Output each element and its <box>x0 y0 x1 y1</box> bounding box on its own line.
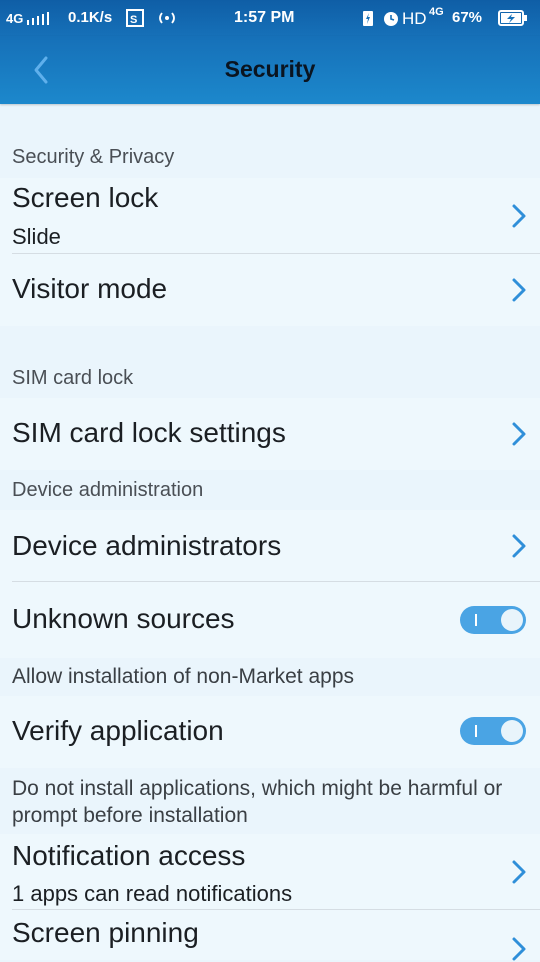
section-label: Security & Privacy <box>12 146 175 168</box>
toggle-knob <box>501 720 523 742</box>
unknown-sources-description: Allow installation of non-Market apps <box>0 658 540 696</box>
status-bar: 4G 0.1K/s S 1:57 PM HD 4G 67% <box>0 0 540 36</box>
visitor-mode-item[interactable]: Visitor mode <box>0 254 540 326</box>
network-type-right: 4G <box>429 6 444 18</box>
item-title: Notification access <box>12 840 246 871</box>
alarm-icon <box>384 12 398 26</box>
section-label: Device administration <box>12 479 204 501</box>
hotspot-icon <box>159 12 175 24</box>
chevron-right-icon <box>512 937 526 961</box>
screen-pinning-item[interactable]: Screen pinning <box>0 910 540 961</box>
section-sim-card-lock: SIM card lock <box>0 354 540 398</box>
notification-access-item[interactable]: Notification access 1 apps can read noti… <box>0 834 540 910</box>
toggle-on-mark <box>475 614 477 626</box>
item-title: Device administrators <box>12 530 282 561</box>
description-text: Allow installation of non-Market apps <box>12 665 355 688</box>
chevron-right-icon <box>512 860 526 884</box>
verify-application-description: Do not install applications, which might… <box>0 768 540 834</box>
section-security-privacy: Security & Privacy <box>0 134 540 178</box>
battery-saver-icon <box>363 11 373 26</box>
item-title: Screen lock <box>12 182 159 213</box>
verify-application-item[interactable]: Verify application <box>0 696 540 768</box>
svg-text:S: S <box>130 14 137 26</box>
screen-lock-item[interactable]: Screen lock Slide <box>0 178 540 254</box>
toggle-knob <box>501 609 523 631</box>
signal-strength-icon <box>27 12 49 25</box>
screenshot-icon: S <box>126 9 144 27</box>
app-header: Security <box>0 36 540 104</box>
chevron-right-icon <box>512 422 526 446</box>
unknown-sources-item[interactable]: Unknown sources <box>0 582 540 658</box>
device-administrators-item[interactable]: Device administrators <box>0 510 540 582</box>
description-text: Do not install applications, which might… <box>12 777 503 827</box>
section-label: SIM card lock <box>12 367 134 389</box>
chevron-right-icon <box>512 204 526 228</box>
clock: 1:57 PM <box>234 9 295 26</box>
settings-list: Security & Privacy Screen lock Slide Vis… <box>0 104 540 961</box>
item-title: Verify application <box>12 715 224 746</box>
item-title: Unknown sources <box>12 603 235 634</box>
chevron-right-icon <box>512 534 526 558</box>
item-title: SIM card lock settings <box>12 417 286 448</box>
hd-indicator: HD <box>402 9 427 28</box>
unknown-sources-toggle[interactable] <box>460 606 526 634</box>
network-speed: 0.1K/s <box>68 9 113 26</box>
network-type-left: 4G <box>6 11 24 26</box>
item-subtitle: Slide <box>12 224 61 249</box>
item-subtitle: 1 apps can read notifications <box>12 881 293 906</box>
verify-application-toggle[interactable] <box>460 717 526 745</box>
chevron-right-icon <box>512 278 526 302</box>
item-title: Visitor mode <box>12 273 168 304</box>
section-device-administration: Device administration <box>0 470 540 510</box>
sim-card-lock-settings-item[interactable]: SIM card lock settings <box>0 398 540 470</box>
page-title: Security <box>224 56 316 82</box>
item-title: Screen pinning <box>12 917 199 948</box>
battery-percent: 67% <box>452 9 483 26</box>
toggle-on-mark <box>475 725 477 737</box>
battery-charging-icon <box>498 10 527 26</box>
